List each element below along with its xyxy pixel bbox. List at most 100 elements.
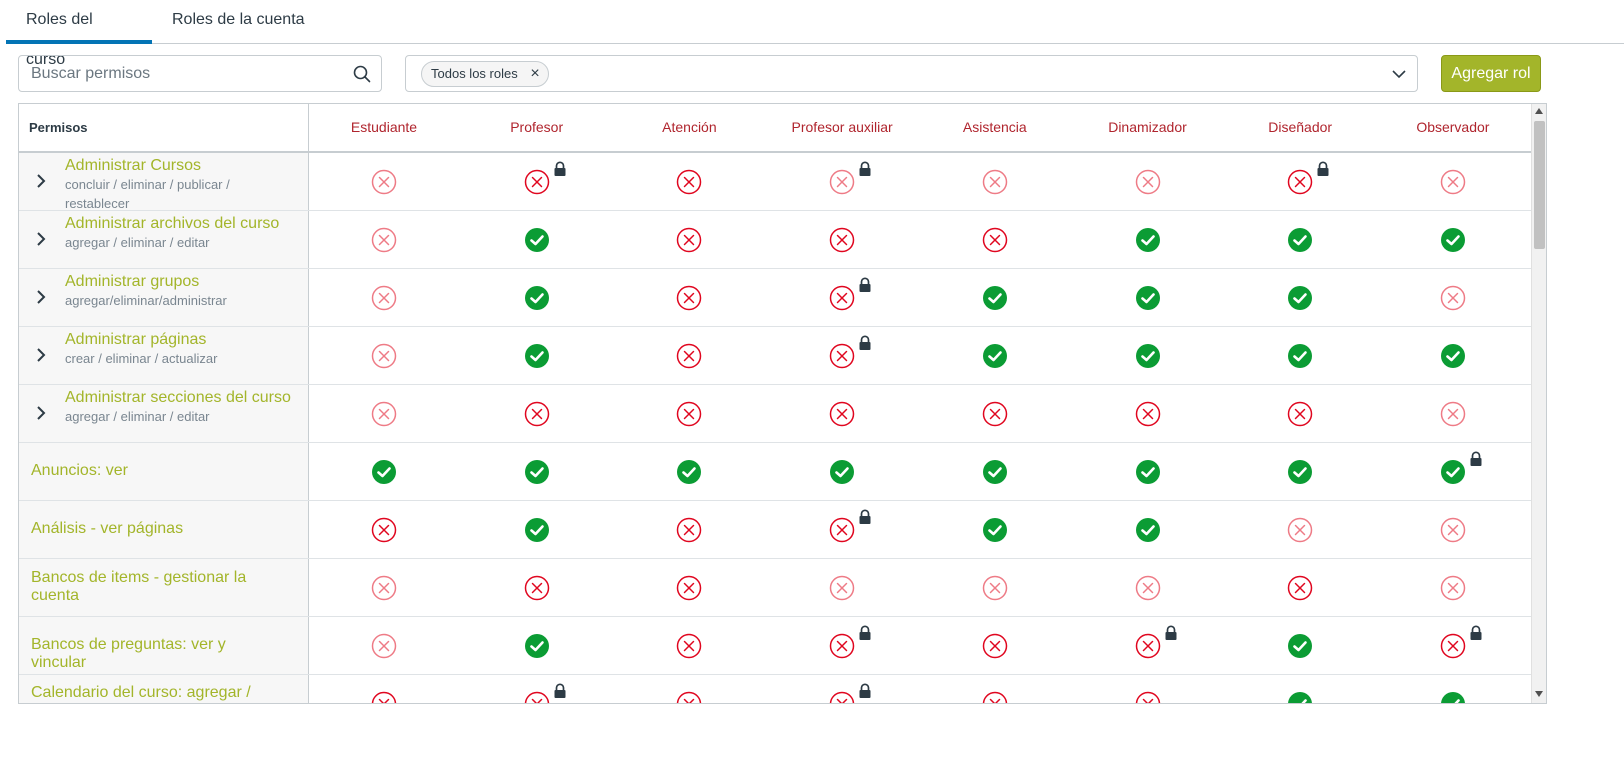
x-circle-icon[interactable] (829, 401, 855, 427)
check-circle-icon[interactable] (982, 343, 1008, 369)
x-circle-icon[interactable] (524, 691, 550, 704)
permission-toggle-cell[interactable] (767, 443, 917, 500)
vertical-scrollbar[interactable] (1531, 104, 1546, 703)
check-circle-icon[interactable] (1135, 517, 1161, 543)
permission-toggle-cell[interactable] (309, 617, 459, 674)
x-circle-icon[interactable] (371, 691, 397, 704)
permission-toggle-cell[interactable] (614, 501, 764, 558)
x-circle-icon[interactable] (1440, 633, 1466, 659)
permission-toggle-cell[interactable] (767, 559, 917, 616)
permission-name-link[interactable]: Administrar grupos (65, 273, 305, 291)
permission-toggle-cell[interactable] (1073, 617, 1223, 674)
x-circle-icon[interactable] (676, 343, 702, 369)
permission-toggle-cell[interactable] (1378, 153, 1528, 210)
all-roles-chip[interactable]: Todos los roles × (421, 61, 549, 87)
x-circle-disabled-icon[interactable] (829, 575, 855, 601)
permission-toggle-cell[interactable] (1073, 443, 1223, 500)
permission-toggle-cell[interactable] (1378, 327, 1528, 384)
tab-course-roles[interactable]: Roles del curso (6, 0, 152, 68)
check-circle-icon[interactable] (829, 459, 855, 485)
permission-toggle-cell[interactable] (614, 211, 764, 268)
permission-name-link[interactable]: Anuncios: ver (31, 462, 271, 480)
chevron-right-icon[interactable] (33, 173, 49, 189)
x-circle-disabled-icon[interactable] (1440, 285, 1466, 311)
permission-toggle-cell[interactable] (1073, 269, 1223, 326)
check-circle-icon[interactable] (1135, 343, 1161, 369)
permission-toggle-cell[interactable] (1073, 559, 1223, 616)
permission-name-link[interactable]: Administrar archivos del curso (65, 215, 305, 233)
permission-toggle-cell[interactable] (309, 675, 459, 704)
permission-toggle-cell[interactable] (1378, 211, 1528, 268)
x-circle-icon[interactable] (676, 169, 702, 195)
permission-name-link[interactable]: Análisis - ver páginas (31, 520, 271, 538)
x-circle-icon[interactable] (982, 401, 1008, 427)
chevron-down-icon[interactable] (1391, 67, 1407, 81)
permission-toggle-cell[interactable] (920, 675, 1070, 703)
x-circle-icon[interactable] (829, 227, 855, 253)
permission-toggle-cell[interactable] (1073, 675, 1223, 704)
check-circle-icon[interactable] (1135, 227, 1161, 253)
permission-toggle-cell[interactable] (614, 327, 764, 384)
search-icon[interactable] (353, 65, 371, 83)
permission-toggle-cell[interactable] (614, 559, 764, 616)
check-circle-icon[interactable] (1135, 459, 1161, 485)
permission-toggle-cell[interactable] (1378, 675, 1528, 704)
scroll-thumb[interactable] (1534, 121, 1545, 249)
x-circle-disabled-icon[interactable] (371, 285, 397, 311)
check-circle-icon[interactable] (1287, 285, 1313, 311)
x-circle-icon[interactable] (829, 517, 855, 543)
x-circle-icon[interactable] (676, 285, 702, 311)
x-circle-icon[interactable] (524, 575, 550, 601)
x-circle-icon[interactable] (829, 633, 855, 659)
x-circle-icon[interactable] (524, 169, 550, 195)
x-circle-icon[interactable] (982, 633, 1008, 659)
check-circle-icon[interactable] (1440, 227, 1466, 253)
permission-toggle-cell[interactable] (1378, 443, 1528, 500)
x-circle-disabled-icon[interactable] (982, 575, 1008, 601)
permission-name-link[interactable]: Administrar páginas (65, 331, 305, 349)
check-circle-icon[interactable] (524, 285, 550, 311)
check-circle-icon[interactable] (1440, 343, 1466, 369)
x-circle-disabled-icon[interactable] (371, 633, 397, 659)
check-circle-icon[interactable] (371, 459, 397, 485)
permission-toggle-cell[interactable] (309, 153, 459, 210)
check-circle-icon[interactable] (1440, 691, 1466, 704)
permission-toggle-cell[interactable] (614, 153, 764, 210)
permission-toggle-cell[interactable] (309, 443, 459, 500)
permission-toggle-cell[interactable] (1378, 617, 1528, 674)
check-circle-icon[interactable] (1287, 633, 1313, 659)
permission-toggle-cell[interactable] (462, 327, 612, 384)
permission-name-link[interactable]: Calendario del curso: agregar / (31, 684, 271, 702)
x-circle-disabled-icon[interactable] (1440, 401, 1466, 427)
permission-toggle-cell[interactable] (767, 501, 917, 558)
permission-toggle-cell[interactable] (920, 327, 1070, 384)
permission-toggle-cell[interactable] (920, 617, 1070, 674)
x-circle-icon[interactable] (1287, 575, 1313, 601)
x-circle-disabled-icon[interactable] (1440, 517, 1466, 543)
permission-toggle-cell[interactable] (767, 269, 917, 326)
x-circle-disabled-icon[interactable] (371, 227, 397, 253)
permission-toggle-cell[interactable] (1225, 153, 1375, 210)
permission-toggle-cell[interactable] (309, 559, 459, 616)
check-circle-icon[interactable] (1287, 343, 1313, 369)
permission-toggle-cell[interactable] (614, 675, 764, 703)
check-circle-icon[interactable] (1287, 459, 1313, 485)
x-circle-disabled-icon[interactable] (829, 169, 855, 195)
x-circle-icon[interactable] (1135, 691, 1161, 704)
x-circle-icon[interactable] (829, 691, 855, 704)
check-circle-icon[interactable] (524, 343, 550, 369)
chevron-right-icon[interactable] (33, 347, 49, 363)
x-circle-disabled-icon[interactable] (371, 401, 397, 427)
permission-toggle-cell[interactable] (462, 617, 612, 674)
permission-name-link[interactable]: Bancos de items - gestionar la cuenta (31, 569, 271, 605)
permission-toggle-cell[interactable] (614, 443, 764, 500)
permission-toggle-cell[interactable] (1225, 501, 1375, 558)
x-circle-disabled-icon[interactable] (371, 575, 397, 601)
check-circle-icon[interactable] (524, 517, 550, 543)
permission-toggle-cell[interactable] (462, 559, 612, 616)
x-circle-disabled-icon[interactable] (1440, 169, 1466, 195)
permission-toggle-cell[interactable] (614, 617, 764, 674)
permission-toggle-cell[interactable] (1225, 385, 1375, 442)
permission-toggle-cell[interactable] (920, 501, 1070, 558)
x-circle-icon[interactable] (1287, 169, 1313, 195)
